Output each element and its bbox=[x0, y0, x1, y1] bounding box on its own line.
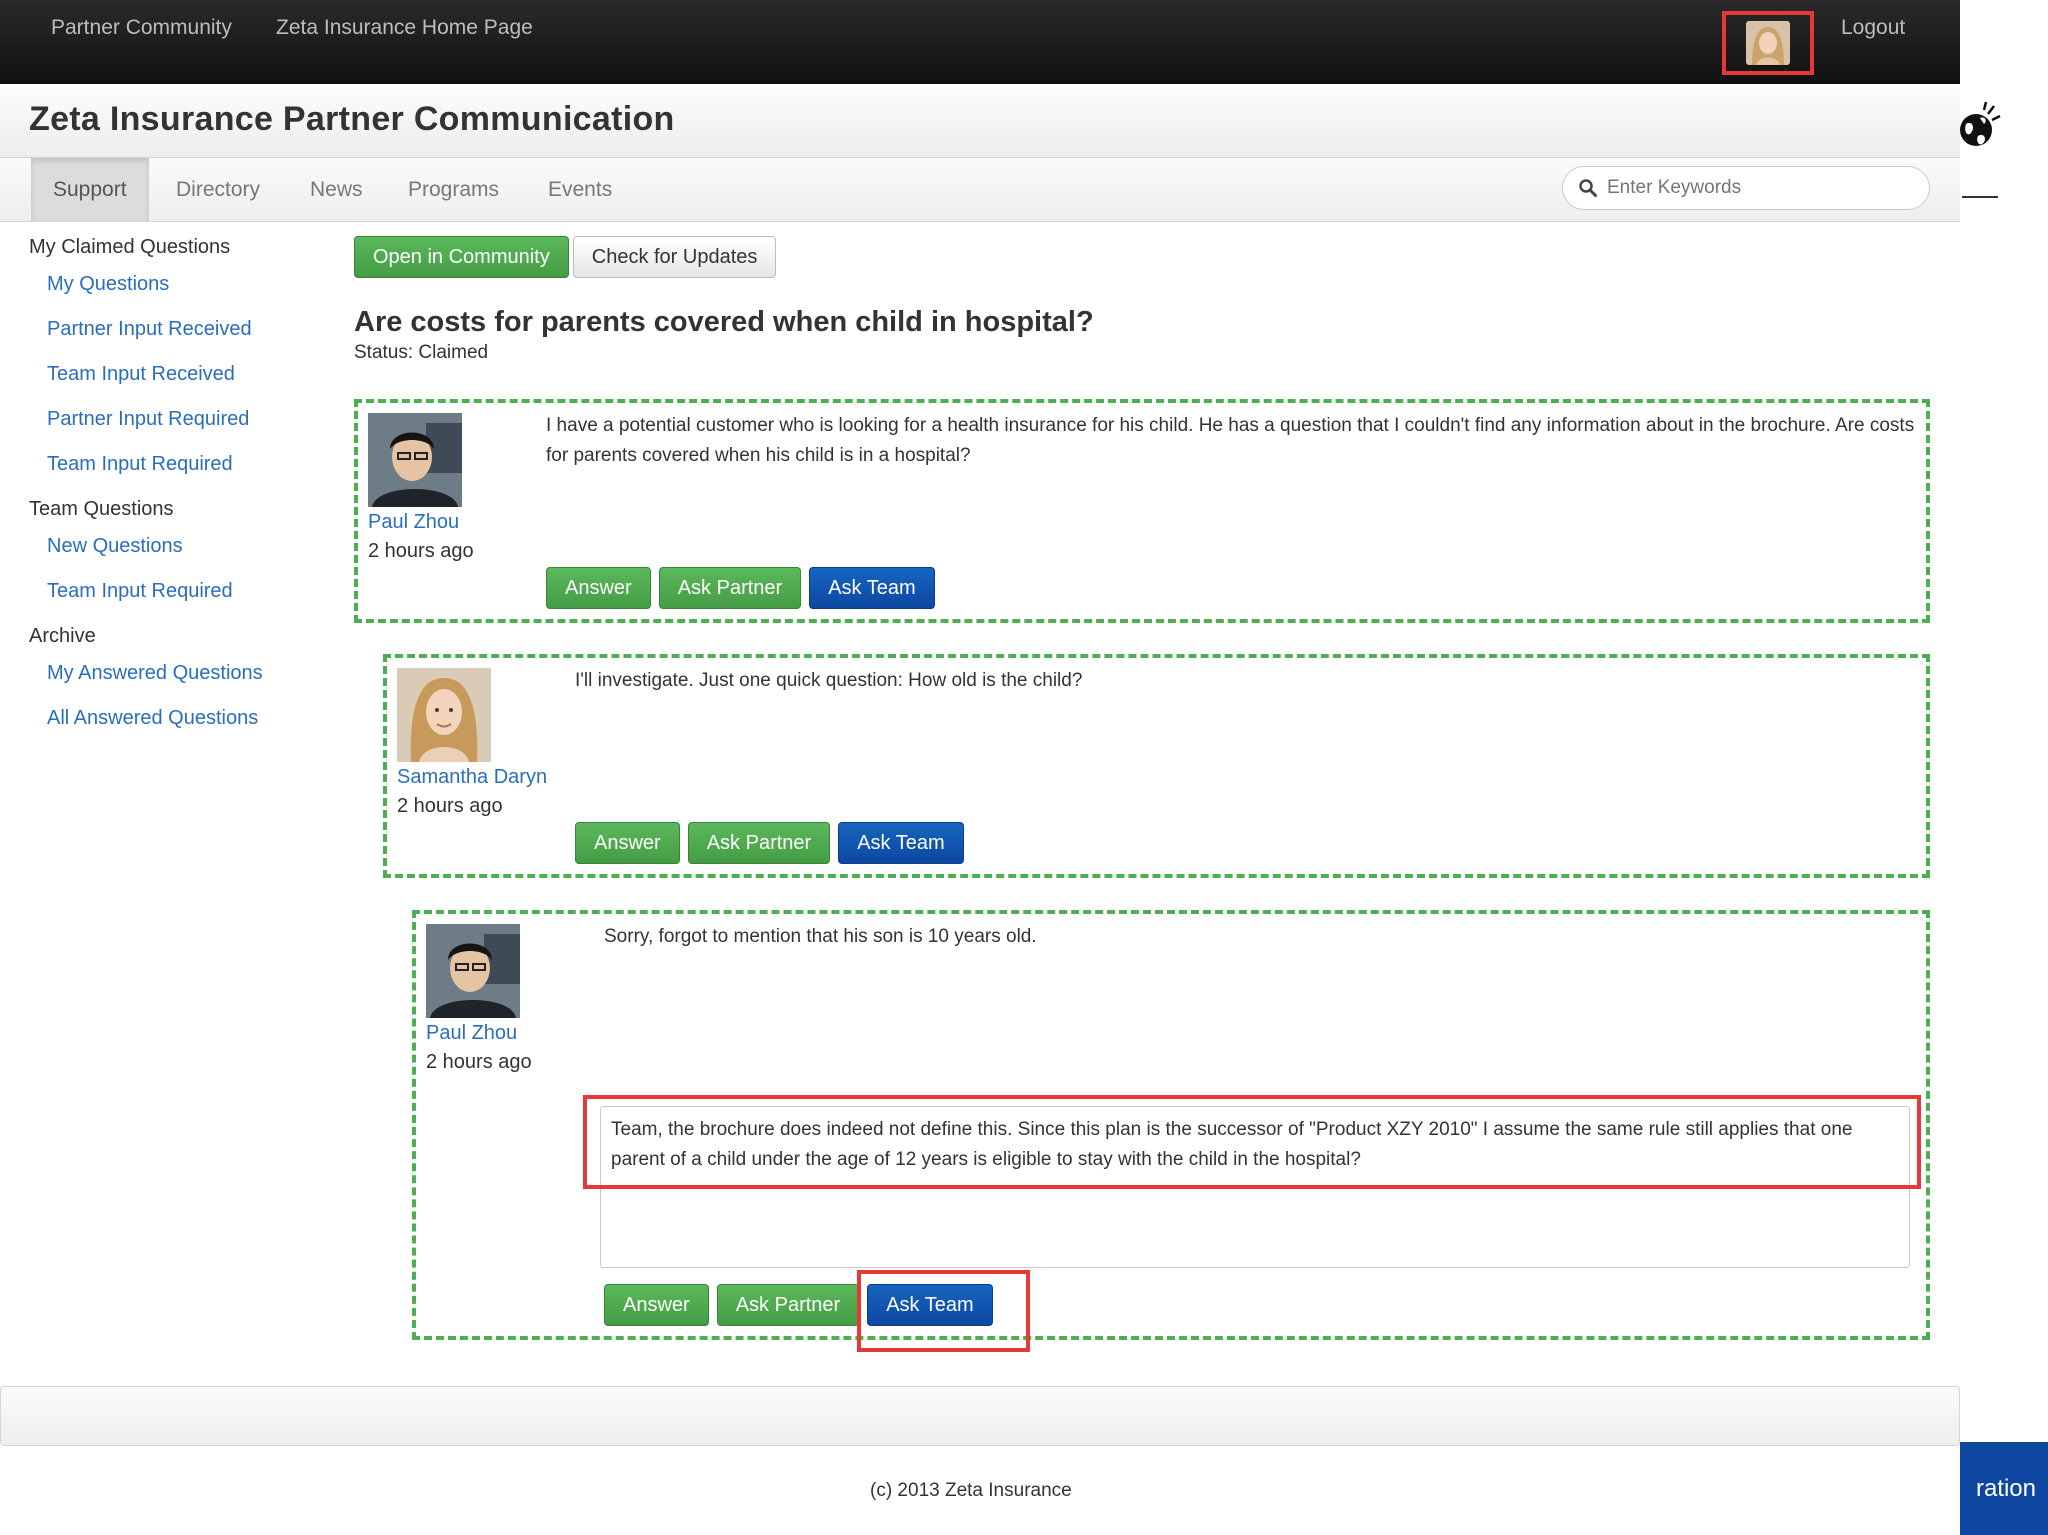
search-input[interactable] bbox=[1607, 177, 1907, 199]
ask-partner-button[interactable]: Ask Partner bbox=[687, 822, 831, 864]
post-1: Paul Zhou 2 hours ago I have a potential… bbox=[354, 399, 1930, 623]
sidebar-item-partner-input-received[interactable]: Partner Input Received bbox=[47, 318, 299, 341]
globe-logo-icon bbox=[1960, 101, 2001, 146]
ask-partner-button[interactable]: Ask Partner bbox=[716, 1284, 860, 1326]
post-actions: Answer Ask Partner Ask Team bbox=[575, 822, 964, 864]
tab-programs[interactable]: Programs bbox=[386, 158, 521, 221]
user-avatar-button[interactable] bbox=[1722, 11, 1814, 75]
sidebar-heading: My Claimed Questions bbox=[29, 236, 231, 258]
post-author-name[interactable]: Paul Zhou bbox=[426, 1022, 586, 1045]
cropped-banner-text: ration bbox=[1975, 1474, 2036, 1502]
search-box bbox=[1562, 166, 1930, 210]
open-in-community-button[interactable]: Open in Community bbox=[354, 236, 569, 278]
sidebar: My Claimed Questions My Questions Partne… bbox=[29, 236, 299, 752]
post-author-name[interactable]: Samantha Daryn bbox=[397, 766, 557, 789]
answer-button[interactable]: Answer bbox=[604, 1284, 709, 1326]
post-text: I'll investigate. Just one quick questio… bbox=[575, 670, 1083, 691]
sidebar-group-claimed: My Claimed Questions My Questions Partne… bbox=[29, 236, 299, 476]
post-author: Samantha Daryn 2 hours ago bbox=[397, 668, 557, 818]
post-actions: Answer Ask Partner Ask Team bbox=[604, 1284, 993, 1326]
top-navbar: Partner Community Zeta Insurance Home Pa… bbox=[0, 0, 1960, 84]
cropped-banner: ration bbox=[1960, 1442, 2048, 1535]
post-timestamp: 2 hours ago bbox=[368, 540, 474, 562]
post-text: I have a potential customer who is looki… bbox=[546, 415, 1915, 466]
tab-news[interactable]: News bbox=[288, 158, 385, 221]
sidebar-item-team-input-received[interactable]: Team Input Received bbox=[47, 363, 299, 386]
post-timestamp: 2 hours ago bbox=[397, 795, 503, 817]
sidebar-item-my-answered[interactable]: My Answered Questions bbox=[47, 662, 299, 685]
sidebar-item-my-questions[interactable]: My Questions bbox=[47, 273, 299, 296]
sidebar-heading: Archive bbox=[29, 625, 96, 647]
divider bbox=[1962, 196, 1998, 198]
sidebar-item-team-input-required[interactable]: Team Input Required bbox=[47, 453, 299, 476]
post-actions: Answer Ask Partner Ask Team bbox=[546, 567, 935, 609]
check-updates-button[interactable]: Check for Updates bbox=[572, 236, 777, 278]
avatar bbox=[368, 413, 462, 507]
sidebar-item-partner-input-required[interactable]: Partner Input Required bbox=[47, 408, 299, 431]
reply-textarea[interactable]: Team, the brochure does indeed not defin… bbox=[600, 1106, 1910, 1268]
sidebar-heading: Team Questions bbox=[29, 498, 174, 520]
avatar bbox=[426, 924, 520, 1018]
right-edge-panel bbox=[1960, 84, 2048, 1535]
tab-bar: Support Directory News Programs Events bbox=[0, 158, 1960, 222]
post-timestamp: 2 hours ago bbox=[426, 1051, 532, 1073]
ask-team-button[interactable]: Ask Team bbox=[809, 567, 935, 609]
nav-partner-community[interactable]: Partner Community bbox=[51, 16, 232, 40]
copyright-text: (c) 2013 Zeta Insurance bbox=[870, 1480, 1072, 1501]
sidebar-item-team-input-required[interactable]: Team Input Required bbox=[47, 580, 299, 603]
sidebar-item-all-answered[interactable]: All Answered Questions bbox=[47, 707, 299, 730]
post-author: Paul Zhou 2 hours ago bbox=[368, 413, 528, 563]
question-actions: Open in Community Check for Updates bbox=[354, 236, 777, 278]
sidebar-item-new-questions[interactable]: New Questions bbox=[47, 535, 299, 558]
question-status: Status: Claimed bbox=[354, 342, 489, 363]
sidebar-group-archive: Archive My Answered Questions All Answer… bbox=[29, 625, 299, 730]
post-2: Samantha Daryn 2 hours ago I'll investig… bbox=[383, 654, 1930, 878]
ask-team-button[interactable]: Ask Team bbox=[838, 822, 964, 864]
post-author-name[interactable]: Paul Zhou bbox=[368, 511, 528, 534]
avatar bbox=[397, 668, 491, 762]
logout-link[interactable]: Logout bbox=[1841, 16, 1905, 40]
ask-partner-button[interactable]: Ask Partner bbox=[658, 567, 802, 609]
answer-button[interactable]: Answer bbox=[575, 822, 680, 864]
question-title: Are costs for parents covered when child… bbox=[354, 306, 1094, 338]
footer-bar bbox=[0, 1386, 1960, 1446]
sidebar-group-team: Team Questions New Questions Team Input … bbox=[29, 498, 299, 603]
tab-support[interactable]: Support bbox=[31, 158, 149, 221]
page-title: Zeta Insurance Partner Communication bbox=[29, 100, 675, 138]
post-text: Sorry, forgot to mention that his son is… bbox=[604, 926, 1037, 947]
search-icon bbox=[1579, 179, 1597, 197]
avatar bbox=[1746, 21, 1790, 65]
header-band: Zeta Insurance Partner Communication bbox=[0, 84, 1960, 158]
tab-directory[interactable]: Directory bbox=[154, 158, 282, 221]
tab-events[interactable]: Events bbox=[526, 158, 634, 221]
nav-zeta-home[interactable]: Zeta Insurance Home Page bbox=[276, 16, 533, 40]
answer-button[interactable]: Answer bbox=[546, 567, 651, 609]
post-author: Paul Zhou 2 hours ago bbox=[426, 924, 586, 1074]
ask-team-button[interactable]: Ask Team bbox=[867, 1284, 993, 1326]
